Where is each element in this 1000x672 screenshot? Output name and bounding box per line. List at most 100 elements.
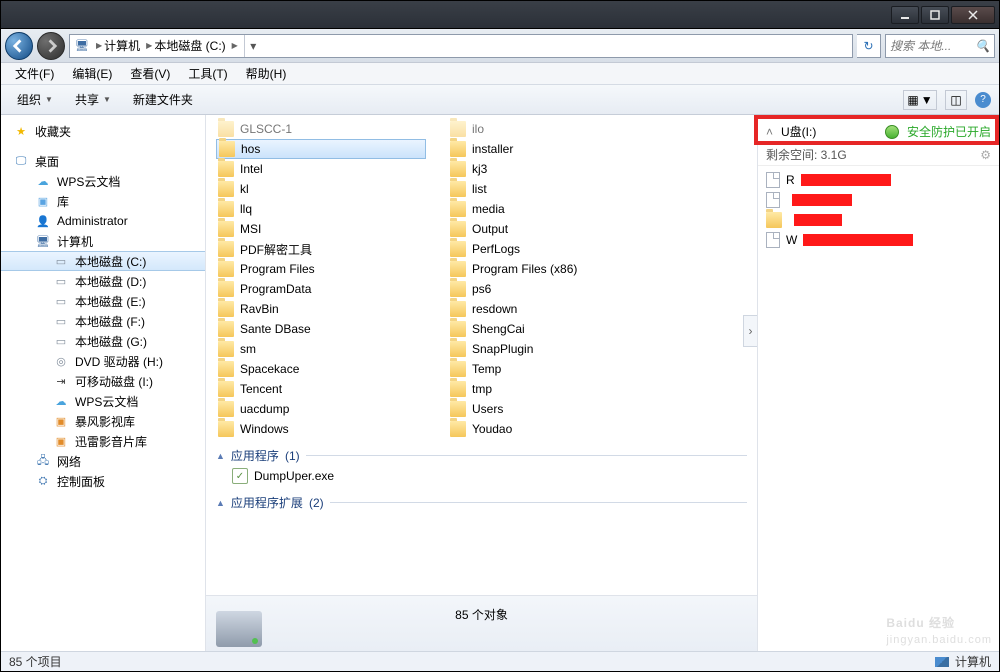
menu-tools[interactable]: 工具(T)	[180, 63, 235, 84]
folder-item[interactable]: ps6	[448, 279, 658, 299]
close-button[interactable]	[951, 6, 995, 24]
folder-item[interactable]: Sante DBase	[216, 319, 426, 339]
nav-libraries[interactable]: ▣库	[1, 191, 205, 211]
nav-drive-item[interactable]: ☁WPS云文档	[1, 391, 205, 411]
folder-icon	[218, 121, 234, 137]
breadcrumb-segment[interactable]: ▶本地磁盘 (C:)	[146, 37, 225, 54]
folder-item[interactable]: uacdump	[216, 399, 426, 419]
folder-item[interactable]: media	[448, 199, 658, 219]
nav-network[interactable]: 🖧网络	[1, 451, 205, 471]
folder-item[interactable]: Intel	[216, 159, 426, 179]
nav-drive-item[interactable]: ⇥可移动磁盘 (I:)	[1, 371, 205, 391]
folder-item[interactable]: hos	[216, 139, 426, 159]
search-input[interactable]: 搜索 本地... 🔍	[885, 34, 995, 58]
folder-item[interactable]: Youdao	[448, 419, 658, 439]
nav-favorites[interactable]: ★收藏夹	[1, 121, 205, 141]
folder-item[interactable]: resdown	[448, 299, 658, 319]
preview-icon: ◫	[950, 93, 961, 107]
sidepanel-file-item[interactable]: R	[766, 170, 991, 190]
nav-desktop[interactable]: 🖵桌面	[1, 151, 205, 171]
folder-item[interactable]: Spacekace	[216, 359, 426, 379]
file-list[interactable]: GLSCC-1hosIntelklllqMSIPDF解密工具Program Fi…	[206, 115, 757, 595]
nav-drive-item[interactable]: ▭本地磁盘 (C:)	[1, 251, 205, 271]
file-item[interactable]: ✓ DumpUper.exe	[230, 466, 747, 486]
nav-drive-item[interactable]: ◎DVD 驱动器 (H:)	[1, 351, 205, 371]
help-icon[interactable]: ?	[975, 92, 991, 108]
nav-drive-item[interactable]: ▭本地磁盘 (F:)	[1, 311, 205, 331]
group-applications[interactable]: ▲ 应用程序 (1)	[216, 447, 747, 464]
folder-item[interactable]: Tencent	[216, 379, 426, 399]
folder-icon	[450, 341, 466, 357]
folder-item[interactable]: ShengCai	[448, 319, 658, 339]
nav-drive-item[interactable]: ▣暴风影视库	[1, 411, 205, 431]
address-bar[interactable]: 🖥 ▶计算机 ▶本地磁盘 (C:) ▶ ▾	[69, 34, 853, 58]
control-panel-icon: ⛭	[35, 473, 51, 489]
drive-icon: ▭	[53, 333, 69, 349]
folder-item[interactable]: Output	[448, 219, 658, 239]
breadcrumb-tail[interactable]: ▶	[232, 41, 238, 50]
folder-item[interactable]: MSI	[216, 219, 426, 239]
navigation-pane[interactable]: ★收藏夹 🖵桌面 ☁WPS云文档 ▣库 👤Administrator 🖥计算机 …	[1, 115, 206, 651]
nav-control-panel[interactable]: ⛭控制面板	[1, 471, 205, 491]
forward-button[interactable]	[37, 32, 65, 60]
breadcrumb-segment[interactable]: ▶计算机	[96, 37, 140, 54]
folder-icon	[450, 421, 466, 437]
menu-file[interactable]: 文件(F)	[7, 63, 62, 84]
freespace-label: 剩余空间: 3.1G	[766, 146, 847, 163]
folder-item[interactable]: sm	[216, 339, 426, 359]
file-icon	[766, 172, 780, 188]
share-button[interactable]: 共享▼	[67, 88, 119, 111]
gear-icon[interactable]: ⚙	[980, 148, 991, 162]
folder-item[interactable]: SnapPlugin	[448, 339, 658, 359]
folder-item[interactable]: PDF解密工具	[216, 239, 426, 259]
folder-icon	[218, 181, 234, 197]
folder-item[interactable]: Temp	[448, 359, 658, 379]
nav-administrator[interactable]: 👤Administrator	[1, 211, 205, 231]
nav-drive-item[interactable]: ▭本地磁盘 (D:)	[1, 271, 205, 291]
folder-item[interactable]: GLSCC-1	[216, 119, 426, 139]
drive-icon: ☁	[53, 393, 69, 409]
sidepanel-file-item[interactable]: W	[766, 230, 991, 250]
folder-item[interactable]: tmp	[448, 379, 658, 399]
sidepanel-file-item[interactable]	[766, 190, 991, 210]
menubar: 文件(F) 编辑(E) 查看(V) 工具(T) 帮助(H)	[1, 63, 999, 85]
sidepanel-file-item[interactable]	[766, 210, 991, 230]
organize-button[interactable]: 组织▼	[9, 88, 61, 111]
folder-item[interactable]: Program Files	[216, 259, 426, 279]
nav-wps-cloud[interactable]: ☁WPS云文档	[1, 171, 205, 191]
nav-computer[interactable]: 🖥计算机	[1, 231, 205, 251]
menu-help[interactable]: 帮助(H)	[238, 63, 295, 84]
group-extensions[interactable]: ▲ 应用程序扩展 (2)	[216, 494, 747, 511]
folder-item[interactable]: ProgramData	[216, 279, 426, 299]
back-button[interactable]	[5, 32, 33, 60]
folder-item[interactable]: ilo	[448, 119, 658, 139]
redacted-text	[792, 194, 852, 206]
nav-drive-item[interactable]: ▭本地磁盘 (E:)	[1, 291, 205, 311]
folder-item[interactable]: PerfLogs	[448, 239, 658, 259]
chevron-up-icon[interactable]: ˄	[766, 125, 773, 139]
minimize-button[interactable]	[891, 6, 919, 24]
folder-item[interactable]: kj3	[448, 159, 658, 179]
folder-icon	[450, 181, 466, 197]
preview-pane-button[interactable]: ◫	[945, 90, 967, 110]
sidepanel-drive-label[interactable]: U盘(I:)	[781, 123, 816, 140]
nav-drive-item[interactable]: ▭本地磁盘 (G:)	[1, 331, 205, 351]
folder-item[interactable]: installer	[448, 139, 658, 159]
nav-drive-item[interactable]: ▣迅雷影音片库	[1, 431, 205, 451]
refresh-button[interactable]: ↻	[857, 34, 881, 58]
folder-item[interactable]: kl	[216, 179, 426, 199]
maximize-button[interactable]	[921, 6, 949, 24]
address-dropdown[interactable]: ▾	[244, 35, 262, 57]
newfolder-button[interactable]: 新建文件夹	[125, 88, 201, 111]
folder-item[interactable]: Windows	[216, 419, 426, 439]
folder-item[interactable]: list	[448, 179, 658, 199]
folder-item[interactable]: Program Files (x86)	[448, 259, 658, 279]
menu-edit[interactable]: 编辑(E)	[64, 63, 120, 84]
folder-icon	[218, 301, 234, 317]
folder-item[interactable]: llq	[216, 199, 426, 219]
view-mode-button[interactable]: ▦▼	[903, 90, 937, 110]
preview-expand-handle[interactable]: ›	[743, 315, 757, 347]
menu-view[interactable]: 查看(V)	[122, 63, 178, 84]
folder-item[interactable]: RavBin	[216, 299, 426, 319]
folder-item[interactable]: Users	[448, 399, 658, 419]
